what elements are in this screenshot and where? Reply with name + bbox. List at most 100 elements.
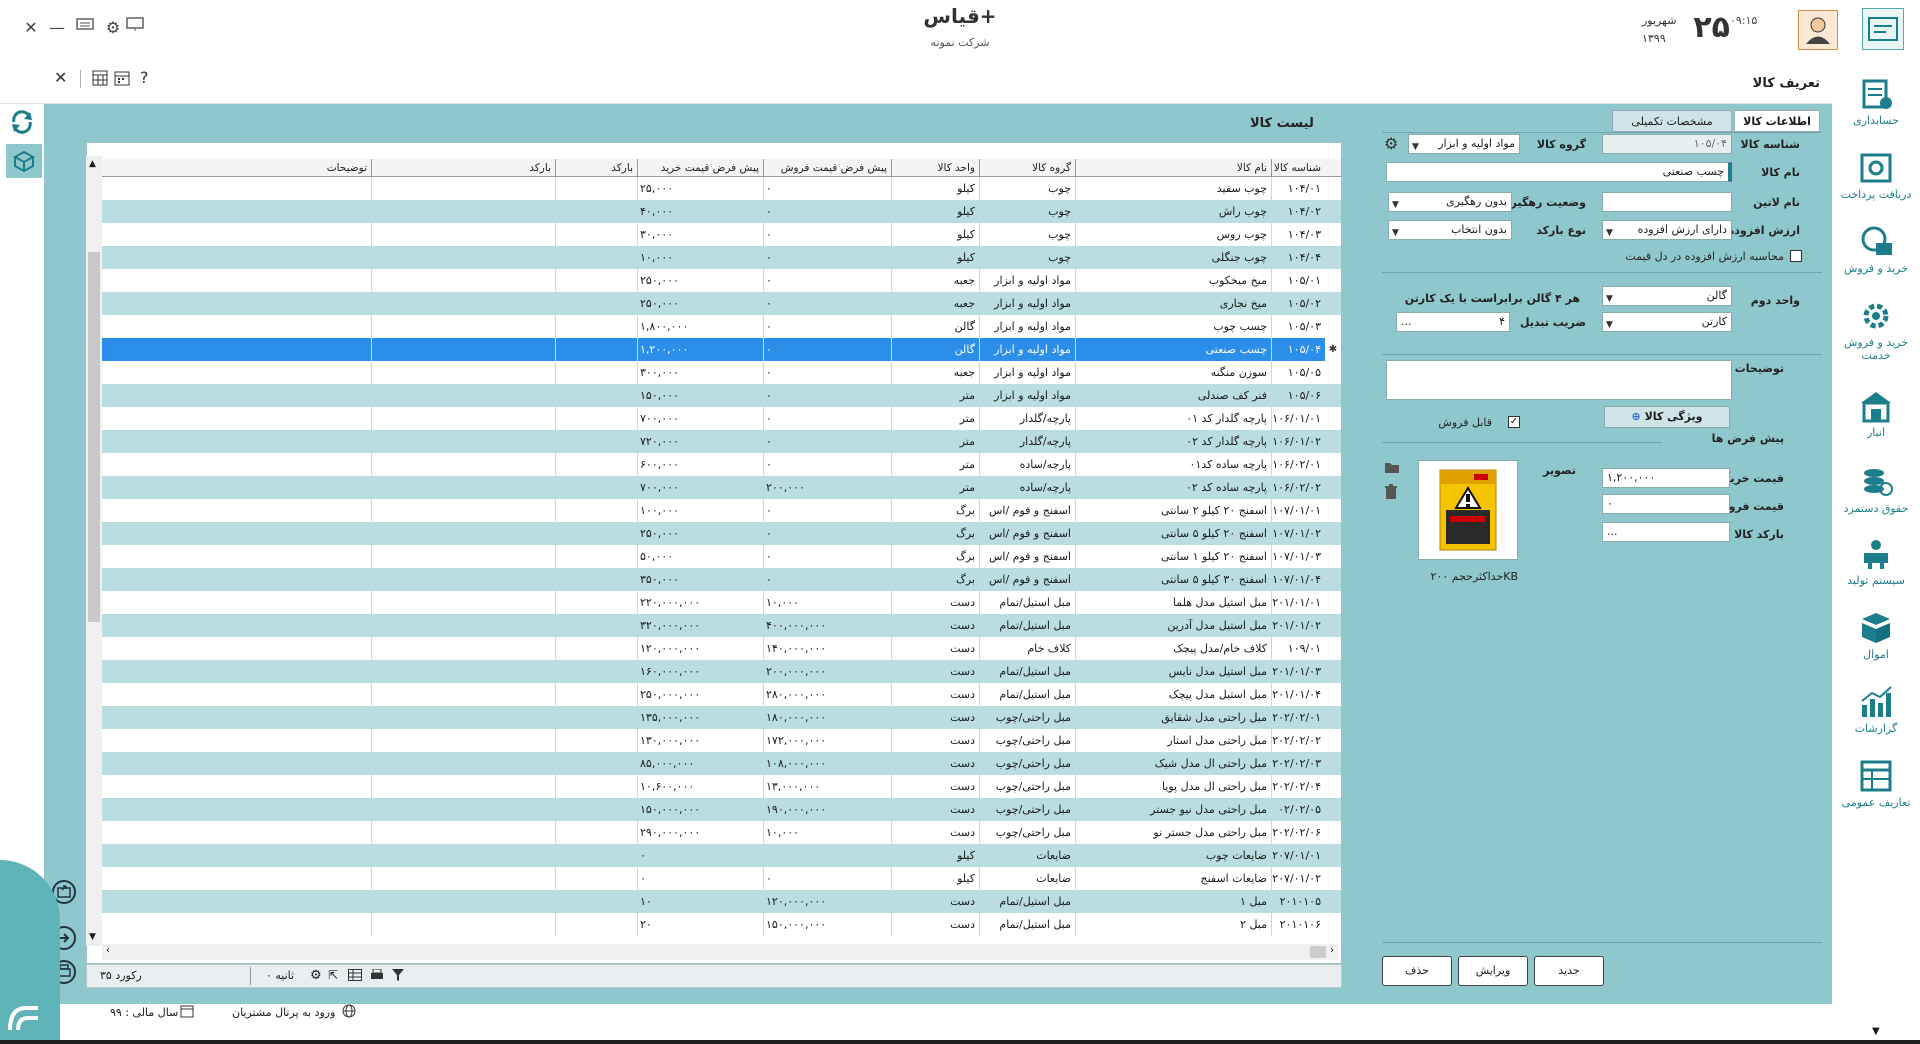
sidebar-item-assets[interactable]: اموال	[1832, 610, 1920, 682]
description-field[interactable]	[1386, 360, 1732, 400]
row-selector[interactable]	[1325, 706, 1341, 729]
sidebar-item-trade[interactable]: خرید و فروش	[1832, 224, 1920, 296]
row-selector[interactable]	[1325, 453, 1341, 476]
table-row[interactable]: ۰۲/۰۲/۰۵ مبل راحتی مدل نیو جستر مبل راحتی/…	[87, 798, 1341, 821]
conversion-factor-field[interactable]: ۴...	[1396, 312, 1510, 332]
table-row[interactable]: ۱۰۷/۰۱/۰۲ اسفنج ۲۰ کیلو ۵ سانتی اسفنج و فو…	[87, 522, 1341, 545]
sidebar-item-payroll[interactable]: حقوق دستمزد	[1832, 464, 1920, 536]
column-header-sell-price[interactable]: پیش فرض قیمت فروش	[763, 159, 891, 177]
vat-in-price-checkbox[interactable]	[1790, 250, 1802, 262]
vat-select[interactable]: ▼ دارای ارزش افزوده	[1602, 220, 1732, 240]
table-row[interactable]: ۱۰۵/۰۳ چسب چوب مواد اولیه و ابزار گالن ۰ ۱,۸۰…	[87, 315, 1341, 338]
table-row[interactable]: ۲۰۱۰۱۰۶ مبل ۲ مبل استیل/تمام دست ۱۵۰,۰۰۰,۰۰۰…	[87, 913, 1341, 936]
table-row[interactable]: ۱۰۷/۰۱/۰۱ اسفنج ۲۰ کیلو ۲ سانتی اسفنج و فو…	[87, 499, 1341, 522]
avatar[interactable]	[1798, 10, 1838, 50]
calculator-icon[interactable]	[92, 70, 108, 90]
barcode-type-select[interactable]: ▼ بدون انتخاب	[1388, 220, 1512, 240]
refresh-icon[interactable]	[8, 108, 36, 139]
gear-icon[interactable]: ⚙	[1384, 134, 1398, 153]
table-row[interactable]: ۱۰۵/۰۲ میخ نجاری مواد اولیه و ابزار جعبه ۰ ۲۵…	[87, 292, 1341, 315]
scroll-left-icon[interactable]: ‹	[106, 945, 110, 956]
table-row[interactable]: ۲۰۲/۰۲/۰۲ مبل راحتی مدل استار مبل راحتی/چو…	[87, 729, 1341, 752]
row-selector[interactable]	[1325, 476, 1341, 499]
row-selector[interactable]	[1325, 361, 1341, 384]
calendar-icon[interactable]	[180, 1004, 194, 1021]
table-row[interactable]: ۱۰۷/۰۱/۰۳ اسفنج ۲۰ کیلو ۱ سانتی اسفنج و فو…	[87, 545, 1341, 568]
product-image[interactable]	[1418, 460, 1518, 560]
table-row[interactable]: ۱۰۴/۰۳ چوب روس چوب کیلو ۰ ۳۰,۰۰۰	[87, 223, 1341, 246]
features-button[interactable]: ⊕ ویژگی کالا	[1604, 406, 1730, 428]
close-icon[interactable]: ✕	[20, 18, 42, 37]
row-selector[interactable]	[1325, 177, 1341, 200]
table-row[interactable]: ۲۰۱/۰۱/۰۳ مبل استیل مدل نایس مبل استیل/تما…	[87, 660, 1341, 683]
table-row[interactable]: ۲۰۱/۰۱/۰۴ مبل استیل مدل پیچک مبل استیل/تما…	[87, 683, 1341, 706]
table-row[interactable]: ۱۰۴/۰۲ چوب راش چوب کیلو ۰ ۴۰,۰۰۰	[87, 200, 1341, 223]
row-selector[interactable]	[1325, 315, 1341, 338]
row-selector[interactable]	[1325, 591, 1341, 614]
table-row[interactable]: ۲۰۱/۰۱/۰۱ مبل استیل مدل هلما مبل استیل/تما…	[87, 591, 1341, 614]
scroll-right-icon[interactable]: ›	[1330, 945, 1334, 956]
row-selector[interactable]	[1325, 660, 1341, 683]
row-selector[interactable]	[1325, 269, 1341, 292]
monitor-icon[interactable]	[124, 16, 146, 36]
table-row[interactable]: ۲۰۷/۰۱/۰۱ ضایعات چوب ضایعات کیلو ۰	[87, 844, 1341, 867]
table-row[interactable]: ۲۰۲/۰۲/۰۳ مبل راحتی ال مدل شیک مبل راحتی/چ…	[87, 752, 1341, 775]
row-selector[interactable]	[1325, 407, 1341, 430]
tab-product-info[interactable]: اطلاعات کالا	[1734, 110, 1820, 132]
table-row[interactable]: ۲۰۲/۰۲/۰۱ مبل راحتی مدل شقایق مبل راحتی/چو…	[87, 706, 1341, 729]
settings-icon[interactable]: ⚙	[310, 968, 322, 983]
row-selector[interactable]	[1325, 637, 1341, 660]
edit-button[interactable]: ویرایش	[1458, 956, 1528, 986]
row-selector[interactable]	[1325, 499, 1341, 522]
table-row[interactable]: ۲۰۷/۰۱/۰۲ ضایعات اسفنج ضایعات کیلو ۰ ۰	[87, 867, 1341, 890]
table-row[interactable]: ۱۰۴/۰۱ چوب سفید چوب کیلو ۰ ۲۵,۰۰۰	[87, 177, 1341, 200]
name-field[interactable]: چسب صنعتی	[1386, 162, 1732, 182]
table-row[interactable]: ۲۰۲/۰۲/۰۶ مبل راحتی مدل جستر نو مبل راحتی/…	[87, 821, 1341, 844]
gear-icon[interactable]: ⚙	[102, 18, 124, 37]
row-selector[interactable]: ✱	[1325, 338, 1341, 361]
scroll-thumb[interactable]	[88, 252, 100, 622]
table-row[interactable]: ۱۰۵/۰۱ میخ میخکوب مواد اولیه و ابزار جعبه ۰ ۲…	[87, 269, 1341, 292]
row-selector[interactable]	[1325, 798, 1341, 821]
close-page-icon[interactable]: ✕	[54, 68, 67, 87]
row-selector[interactable]	[1325, 614, 1341, 637]
row-selector[interactable]	[1325, 775, 1341, 798]
delete-button[interactable]: حذف	[1382, 956, 1452, 986]
sidebar-item-service[interactable]: خرید و فروش خدمت	[1832, 298, 1920, 370]
calendar-icon[interactable]	[114, 70, 130, 90]
carton-select[interactable]: ▼ کارتن	[1602, 312, 1732, 332]
customer-portal-link[interactable]: ورود به پرتال مشتریان	[232, 1006, 335, 1019]
sidebar-item-payment[interactable]: دریافت پرداخت	[1832, 150, 1920, 222]
column-header-barcode[interactable]: بارکد	[555, 159, 637, 177]
column-header-name[interactable]: نام کالا	[1075, 159, 1271, 177]
filter-icon[interactable]	[392, 969, 404, 984]
group-select[interactable]: ▼ مواد اولیه و ابزار	[1408, 134, 1520, 154]
printer-icon[interactable]	[370, 968, 384, 984]
row-selector[interactable]	[1325, 752, 1341, 775]
row-selector[interactable]	[1325, 200, 1341, 223]
brand-logo-icon[interactable]	[4, 1002, 42, 1039]
table-icon[interactable]	[348, 969, 362, 984]
table-row[interactable]: ۲۰۲/۰۲/۰۴ مبل راحتی ال مدل پویا مبل راحتی/…	[87, 775, 1341, 798]
tab-extra-specs[interactable]: مشخصات تکمیلی	[1612, 110, 1732, 132]
column-header-barcode-2[interactable]: بارکد	[371, 159, 555, 177]
row-selector[interactable]	[1325, 384, 1341, 407]
row-selector[interactable]	[1325, 890, 1341, 913]
product-barcode-field[interactable]: ...	[1602, 522, 1730, 542]
buy-price-field[interactable]: ۱,۲۰۰,۰۰۰	[1602, 468, 1730, 488]
table-row[interactable]: ۱۰۹/۰۱ کلاف خام/مدل پیچک کلاف خام دست ۱۴۰,۰۰…	[87, 637, 1341, 660]
sell-price-field[interactable]: ۰	[1602, 494, 1730, 514]
product-grid[interactable]: ✱ شناسه کالانام کالاگروه کالاواحد کالاپی…	[86, 142, 1342, 964]
sidebar-item-accounting[interactable]: حسابداری	[1832, 76, 1920, 148]
row-selector[interactable]	[1325, 821, 1341, 844]
table-row[interactable]: ۱۰۶/۰۱/۰۱ پارچه گلدار کد ۰۱ پارچه/گلدار متر…	[87, 407, 1341, 430]
column-header-buy-price[interactable]: پیش فرض قیمت خرید	[637, 159, 763, 177]
sellable-checkbox[interactable]: ✓	[1508, 416, 1520, 428]
second-unit-select[interactable]: ▼ گالن	[1602, 286, 1732, 306]
sidebar-item-definitions[interactable]: تعاریف عمومی	[1832, 758, 1920, 830]
minimize-icon[interactable]: —	[46, 18, 68, 37]
table-row[interactable]: ۱۰۵/۰۵ سوزن منگنه مواد اولیه و ابزار جعبه ۰ ۳…	[87, 361, 1341, 384]
sidebar-item-reports[interactable]: گزارشات	[1832, 684, 1920, 756]
latin-name-field[interactable]	[1602, 192, 1732, 212]
globe-icon[interactable]	[342, 1004, 356, 1021]
